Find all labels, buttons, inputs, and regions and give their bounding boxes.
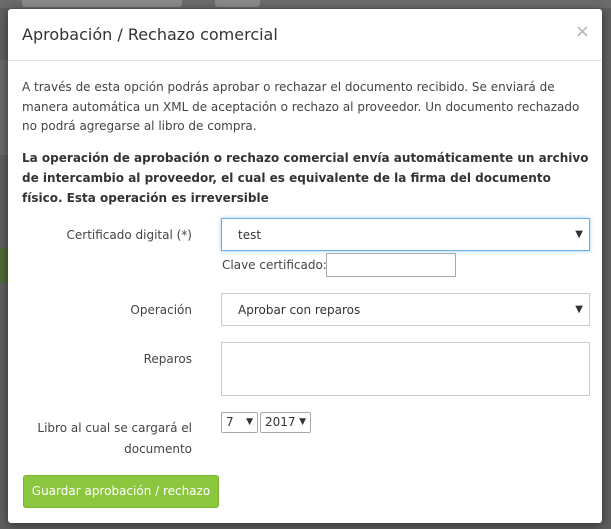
libro-year-value: 2017 bbox=[265, 415, 296, 429]
chevron-down-icon: ▼ bbox=[575, 229, 583, 240]
approval-modal: Aprobación / Rechazo comercial × A travé… bbox=[8, 9, 602, 523]
operacion-selected-value: Aprobar con reparos bbox=[238, 303, 361, 317]
libro-label-line1: Libro al cual se cargará el bbox=[37, 421, 192, 435]
intro-text: A través de esta opción podrás aprobar o… bbox=[22, 80, 580, 133]
certificado-selected-value: test bbox=[238, 228, 262, 242]
background-tab-2 bbox=[215, 0, 260, 7]
warning-text: La operación de aprobación o rechazo com… bbox=[22, 151, 589, 205]
operacion-label: Operación bbox=[130, 303, 192, 317]
modal-header: Aprobación / Rechazo comercial × bbox=[8, 9, 602, 61]
clave-input[interactable] bbox=[326, 253, 456, 277]
libro-month-select[interactable]: 7 ▼ bbox=[221, 412, 258, 433]
certificado-label: Certificado digital (*) bbox=[66, 228, 193, 242]
clave-label: Clave certificado: bbox=[222, 258, 327, 272]
libro-label-line2: documento bbox=[124, 442, 192, 456]
chevron-down-icon: ▼ bbox=[575, 304, 583, 315]
reparos-textarea[interactable] bbox=[221, 342, 590, 396]
guardar-button[interactable]: Guardar aprobación / rechazo bbox=[23, 475, 219, 508]
close-icon[interactable]: × bbox=[575, 23, 590, 41]
certificado-select[interactable]: test ▼ bbox=[221, 218, 590, 251]
reparos-label: Reparos bbox=[143, 352, 192, 366]
operacion-select[interactable]: Aprobar con reparos ▼ bbox=[221, 293, 590, 326]
libro-month-value: 7 bbox=[226, 415, 234, 429]
chevron-down-icon: ▼ bbox=[246, 417, 253, 427]
chevron-down-icon: ▼ bbox=[299, 417, 306, 427]
background-tab-1 bbox=[22, 0, 182, 7]
modal-title: Aprobación / Rechazo comercial bbox=[22, 25, 278, 44]
libro-year-select[interactable]: 2017 ▼ bbox=[260, 412, 311, 433]
